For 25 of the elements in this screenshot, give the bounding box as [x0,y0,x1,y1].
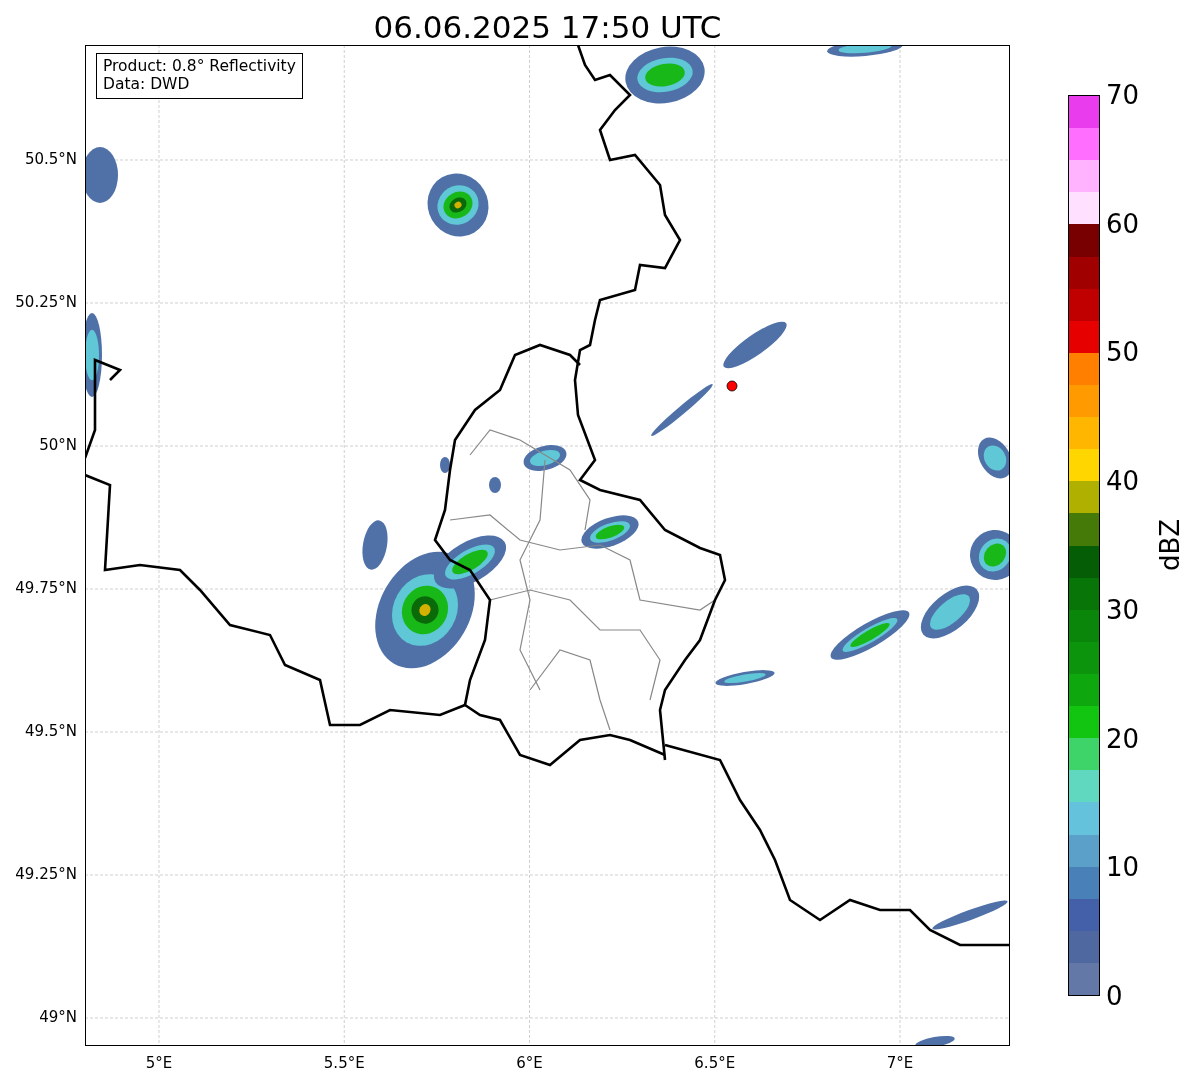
location-dot-icon [726,380,738,392]
longitude-label: 6.5°E [694,1056,736,1071]
colorbar-label: dBZ [1155,518,1185,572]
longitude-label: 5.5°E [323,1056,365,1071]
longitude-label: 5°E [145,1056,173,1071]
info-text: Product: 0.8° Reflectivity [103,57,296,75]
colorbar-tick-label: 20 [1106,725,1140,752]
chart-title: 06.06.2025 17:50 UTC [373,12,722,45]
colorbar-tick-label: 70 [1106,82,1140,108]
colorbar-tick-label: 40 [1106,468,1140,495]
latitude-label: 49°N [39,1010,77,1025]
longitude-label: 6°E [516,1056,543,1071]
latitude-label: 50.25°N [15,295,77,310]
latitude-label: 50°N [39,438,77,453]
colorbar-tick-label: 30 [1106,596,1140,623]
colorbar-tick-label: 50 [1106,339,1140,366]
latitude-label: 50.5°N [24,152,77,167]
colorbar-tick-label: 60 [1106,210,1140,237]
latitude-label: 49.25°N [15,867,77,882]
info-text: Data: DWD [103,75,191,93]
latitude-label: 49.5°N [24,724,77,739]
longitude-label: 7°E [886,1056,914,1071]
latitude-label: 49.75°N [15,581,77,596]
colorbar-tick-label: 0 [1106,983,1123,1009]
colorbar-tick-label: 10 [1106,854,1140,881]
